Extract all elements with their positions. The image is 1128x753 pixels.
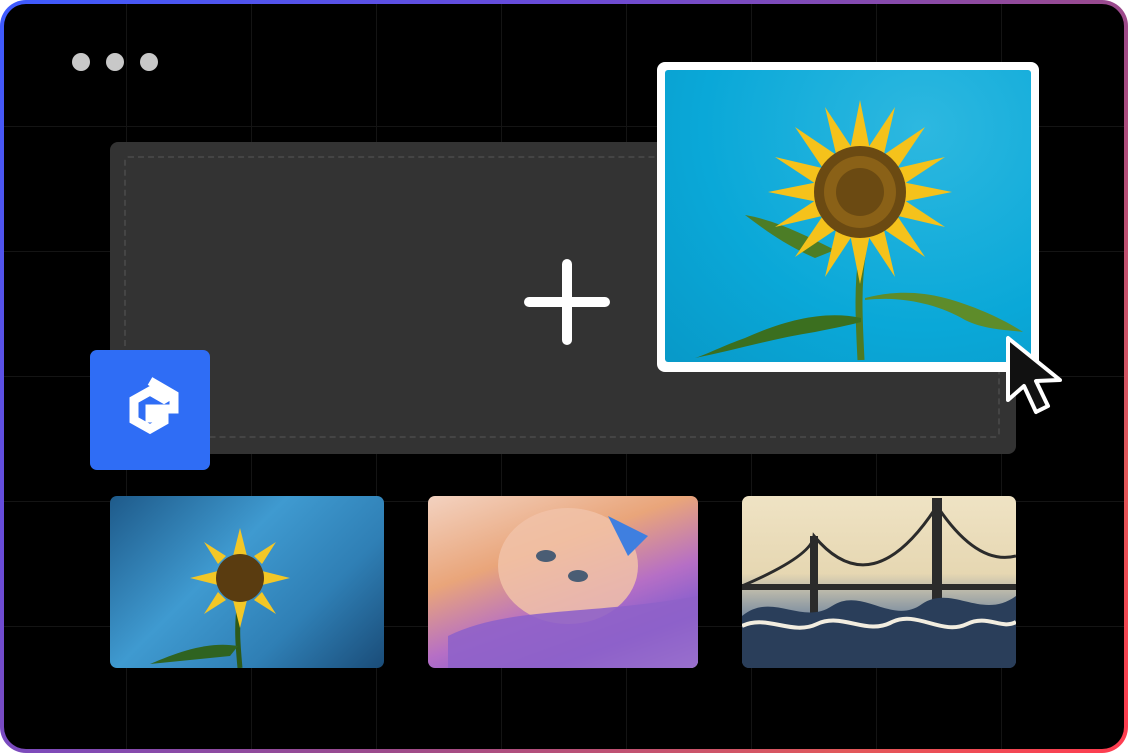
dragged-image-preview[interactable] bbox=[657, 62, 1039, 372]
gallery-item-sunflower-van-gogh-style[interactable] bbox=[110, 496, 384, 668]
window-controls bbox=[72, 53, 158, 71]
gallery-item-portrait-watercolor-style[interactable] bbox=[428, 496, 698, 668]
gallery-item-golden-gate-bridge-wave-style[interactable] bbox=[742, 496, 1016, 668]
plus-icon[interactable] bbox=[524, 259, 610, 345]
app-logo bbox=[90, 350, 210, 470]
sunflower-photo bbox=[665, 70, 1031, 362]
arrow-cursor-icon bbox=[1006, 336, 1062, 414]
window-close-button[interactable] bbox=[72, 53, 90, 71]
g-hexagon-logo-icon bbox=[129, 377, 179, 435]
window-maximize-button[interactable] bbox=[140, 53, 158, 71]
app-frame bbox=[0, 0, 1128, 753]
app-window bbox=[4, 4, 1124, 749]
window-minimize-button[interactable] bbox=[106, 53, 124, 71]
